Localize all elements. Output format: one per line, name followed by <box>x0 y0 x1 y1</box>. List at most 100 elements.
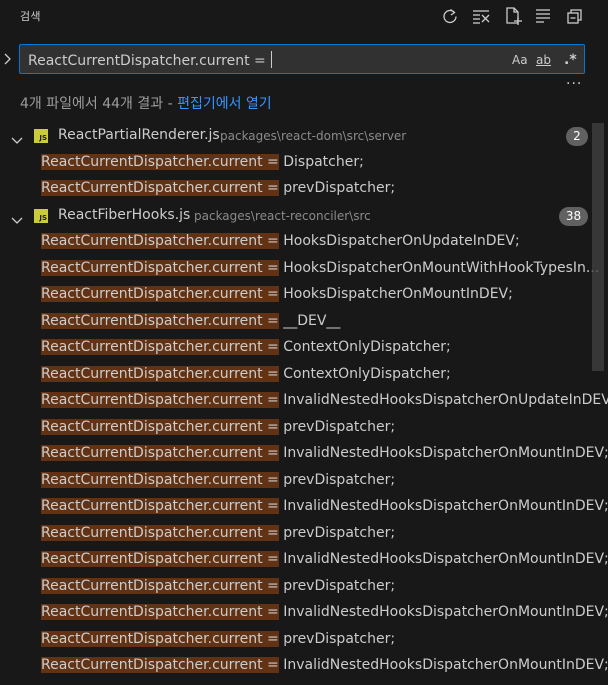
match-highlight: ReactCurrentDispatcher.current = <box>41 498 279 514</box>
match-line: ReactCurrentDispatcher.current = prevDis… <box>41 577 396 594</box>
match-highlight: ReactCurrentDispatcher.current = <box>41 233 279 249</box>
match-result-row[interactable]: ReactCurrentDispatcher.current = __DEV__ <box>0 309 608 336</box>
match-context: InvalidNestedHooksDispatcherOnMountInDEV… <box>278 604 608 620</box>
match-highlight: ReactCurrentDispatcher.current = <box>41 657 279 673</box>
match-highlight: ReactCurrentDispatcher.current = <box>41 286 279 302</box>
match-line: ReactCurrentDispatcher.current = Invalid… <box>41 551 608 567</box>
file-path: packages\react-reconciler\src <box>194 208 371 223</box>
match-result-row[interactable]: ReactCurrentDispatcher.current = prevDis… <box>0 468 608 495</box>
match-result-row[interactable]: ReactCurrentDispatcher.current = Invalid… <box>0 547 608 574</box>
match-context: InvalidNestedHooksDispatcherOnMountInDEV… <box>278 498 608 514</box>
clear-results-icon[interactable] <box>471 6 491 26</box>
match-line: ReactCurrentDispatcher.current = prevDis… <box>41 471 396 488</box>
search-panel: 검색 ReactCurrentDispatcher.current = Aa a… <box>0 0 608 685</box>
match-line: ReactCurrentDispatcher.current = Invalid… <box>41 657 608 673</box>
match-highlight: ReactCurrentDispatcher.current = <box>41 180 279 196</box>
match-context: ContextOnlyDispatcher; <box>278 339 451 355</box>
match-result-row[interactable]: ReactCurrentDispatcher.current = HooksDi… <box>0 282 608 309</box>
match-context: Dispatcher; <box>278 153 364 170</box>
open-in-editor-link[interactable]: 편집기에서 열기 <box>177 96 272 112</box>
match-line: ReactCurrentDispatcher.current = HooksDi… <box>41 259 600 276</box>
match-context: InvalidNestedHooksDispatcherOnMountInDEV… <box>278 657 608 673</box>
match-highlight: ReactCurrentDispatcher.current = <box>41 259 279 276</box>
match-context: InvalidNestedHooksDispatcherOnMountInDEV… <box>278 551 608 567</box>
match-line: ReactCurrentDispatcher.current = prevDis… <box>41 180 395 196</box>
match-line: ReactCurrentDispatcher.current = HooksDi… <box>41 233 520 249</box>
file-name: ReactPartialRenderer.js <box>58 127 220 143</box>
more-options-icon[interactable]: ··· <box>566 76 582 92</box>
match-result-row[interactable]: ReactCurrentDispatcher.current = prevDis… <box>0 176 608 203</box>
search-input[interactable]: ReactCurrentDispatcher.current = Aa ab .… <box>19 44 585 74</box>
match-context: prevDispatcher; <box>278 471 396 488</box>
use-regex-toggle[interactable]: .* <box>564 51 577 69</box>
file-result-row[interactable]: JS ReactFiberHooks.js packages\react-recon… <box>0 203 608 230</box>
js-file-icon: JS <box>34 129 48 143</box>
chevron-down-icon[interactable] <box>11 131 23 144</box>
file-path: packages\react-dom\src\server <box>220 129 407 143</box>
file-name: ReactFiberHooks.js <box>58 206 191 223</box>
match-highlight: ReactCurrentDispatcher.current = <box>41 365 279 382</box>
match-result-row[interactable]: ReactCurrentDispatcher.current = Dispatc… <box>0 150 608 177</box>
match-highlight: ReactCurrentDispatcher.current = <box>41 471 279 488</box>
match-context: HooksDispatcherOnMountInDEV; <box>278 286 513 302</box>
match-line: ReactCurrentDispatcher.current = Context… <box>41 365 451 382</box>
match-highlight: ReactCurrentDispatcher.current = <box>41 445 279 461</box>
search-input-value[interactable]: ReactCurrentDispatcher.current = <box>28 51 273 69</box>
results-summary: 4개 파일에서 44개 결과 - 편집기에서 열기 <box>20 93 272 113</box>
match-highlight: ReactCurrentDispatcher.current = <box>41 630 279 647</box>
match-result-row[interactable]: ReactCurrentDispatcher.current = Invalid… <box>0 600 608 627</box>
match-highlight: ReactCurrentDispatcher.current = <box>41 551 279 567</box>
js-file-icon: JS <box>34 208 48 223</box>
match-highlight: ReactCurrentDispatcher.current = <box>41 418 279 435</box>
chevron-down-icon[interactable] <box>11 211 23 224</box>
match-result-row[interactable]: ReactCurrentDispatcher.current = prevDis… <box>0 627 608 654</box>
panel-title: 검색 <box>20 10 41 23</box>
match-case-toggle[interactable]: Aa <box>512 51 528 69</box>
match-line: ReactCurrentDispatcher.current = prevDis… <box>41 418 396 435</box>
match-context: prevDispatcher; <box>278 577 396 594</box>
match-line: ReactCurrentDispatcher.current = Invalid… <box>41 604 608 620</box>
summary-separator: - <box>163 96 178 112</box>
match-result-row[interactable]: ReactCurrentDispatcher.current = HooksDi… <box>0 256 608 283</box>
file-result-row[interactable]: JS ReactPartialRenderer.js packages\react-… <box>0 123 608 150</box>
match-context: prevDispatcher; <box>278 418 396 435</box>
match-line: ReactCurrentDispatcher.current = Invalid… <box>41 498 608 514</box>
match-highlight: ReactCurrentDispatcher.current = <box>41 577 279 594</box>
match-result-row[interactable]: ReactCurrentDispatcher.current = HooksDi… <box>0 229 608 256</box>
match-count-badge: 38 <box>559 206 588 226</box>
collapse-all-icon[interactable] <box>564 6 584 26</box>
match-line: ReactCurrentDispatcher.current = Invalid… <box>41 392 608 408</box>
match-line: ReactCurrentDispatcher.current = HooksDi… <box>41 286 513 302</box>
match-result-row[interactable]: ReactCurrentDispatcher.current = prevDis… <box>0 521 608 548</box>
match-result-row[interactable]: ReactCurrentDispatcher.current = Context… <box>0 335 608 362</box>
match-context: HooksDispatcherOnMountWithHookTypesIn... <box>278 259 600 276</box>
match-whole-word-toggle[interactable]: ab <box>536 51 551 69</box>
match-highlight: ReactCurrentDispatcher.current = <box>41 312 279 329</box>
refresh-icon[interactable] <box>440 6 460 26</box>
match-result-row[interactable]: ReactCurrentDispatcher.current = Context… <box>0 362 608 389</box>
match-result-row[interactable]: ReactCurrentDispatcher.current = prevDis… <box>0 574 608 601</box>
match-highlight: ReactCurrentDispatcher.current = <box>41 339 279 355</box>
new-search-editor-icon[interactable] <box>503 6 523 26</box>
match-highlight: ReactCurrentDispatcher.current = <box>41 153 279 170</box>
match-result-row[interactable]: ReactCurrentDispatcher.current = Invalid… <box>0 494 608 521</box>
match-context: prevDispatcher; <box>278 630 396 647</box>
match-line: ReactCurrentDispatcher.current = Invalid… <box>41 445 608 461</box>
match-line: ReactCurrentDispatcher.current = prevDis… <box>41 630 396 647</box>
match-highlight: ReactCurrentDispatcher.current = <box>41 392 279 408</box>
view-as-tree-icon[interactable] <box>533 6 553 26</box>
match-line: ReactCurrentDispatcher.current = prevDis… <box>41 524 395 541</box>
text-caret <box>271 51 273 68</box>
match-result-row[interactable]: ReactCurrentDispatcher.current = Invalid… <box>0 653 608 680</box>
results-scrollbar-thumb[interactable] <box>592 123 604 371</box>
match-result-row[interactable]: ReactCurrentDispatcher.current = Invalid… <box>0 388 608 415</box>
results-count-text: 4개 파일에서 44개 결과 <box>20 96 164 112</box>
toggle-replace-chevron-icon[interactable] <box>2 51 14 67</box>
match-context: HooksDispatcherOnUpdateInDEV; <box>278 233 520 249</box>
match-line: ReactCurrentDispatcher.current = __DEV__ <box>41 312 340 329</box>
match-line: ReactCurrentDispatcher.current = Dispatc… <box>41 153 364 170</box>
match-result-row[interactable]: ReactCurrentDispatcher.current = prevDis… <box>0 415 608 442</box>
match-result-row[interactable]: ReactCurrentDispatcher.current = Invalid… <box>0 441 608 468</box>
match-highlight: ReactCurrentDispatcher.current = <box>41 604 279 620</box>
search-panel-header: 검색 <box>0 0 608 34</box>
